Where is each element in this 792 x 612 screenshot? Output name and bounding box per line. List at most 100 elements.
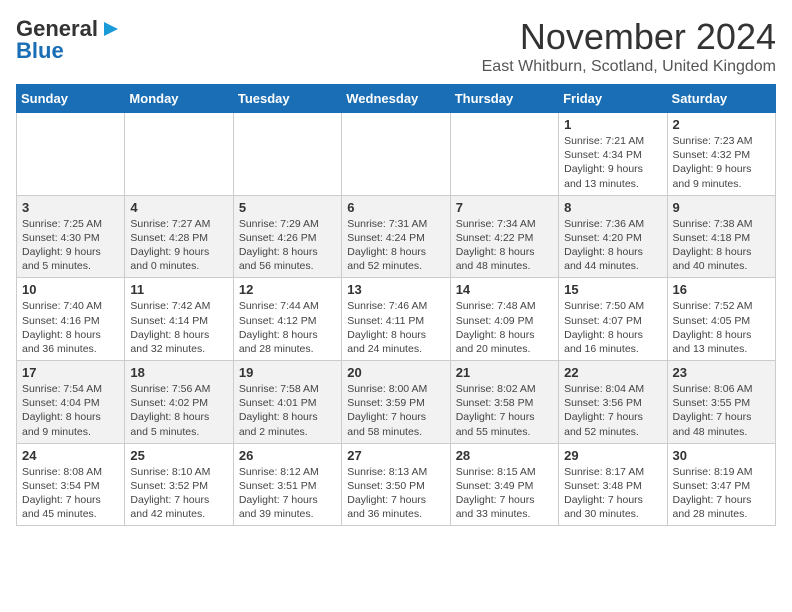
calendar-cell: 13 Sunrise: 7:46 AM Sunset: 4:11 PM Dayli… [342,278,450,361]
calendar-cell: 4 Sunrise: 7:27 AM Sunset: 4:28 PM Daylig… [125,195,233,278]
day-info: Sunrise: 7:40 AM Sunset: 4:16 PM Dayligh… [22,299,119,356]
weekday-header-wednesday: Wednesday [342,85,450,113]
day-number: 9 [673,200,770,215]
day-number: 27 [347,448,444,463]
day-info: Sunrise: 7:56 AM Sunset: 4:02 PM Dayligh… [130,382,227,439]
calendar-cell: 29 Sunrise: 8:17 AM Sunset: 3:48 PM Dayli… [559,443,667,526]
calendar-cell: 19 Sunrise: 7:58 AM Sunset: 4:01 PM Dayli… [233,361,341,444]
day-info: Sunrise: 7:46 AM Sunset: 4:11 PM Dayligh… [347,299,444,356]
day-info: Sunrise: 8:10 AM Sunset: 3:52 PM Dayligh… [130,465,227,522]
calendar-cell: 25 Sunrise: 8:10 AM Sunset: 3:52 PM Dayli… [125,443,233,526]
weekday-header-monday: Monday [125,85,233,113]
day-info: Sunrise: 7:25 AM Sunset: 4:30 PM Dayligh… [22,217,119,274]
logo-arrow-icon [100,18,122,40]
day-number: 21 [456,365,553,380]
day-info: Sunrise: 8:12 AM Sunset: 3:51 PM Dayligh… [239,465,336,522]
calendar-cell: 16 Sunrise: 7:52 AM Sunset: 4:05 PM Dayli… [667,278,775,361]
day-info: Sunrise: 8:17 AM Sunset: 3:48 PM Dayligh… [564,465,661,522]
day-info: Sunrise: 7:44 AM Sunset: 4:12 PM Dayligh… [239,299,336,356]
day-info: Sunrise: 7:21 AM Sunset: 4:34 PM Dayligh… [564,134,661,191]
calendar-cell: 28Sunrise: 8:15 AM Sunset: 3:49 PM Dayli… [450,443,558,526]
weekday-header-tuesday: Tuesday [233,85,341,113]
weekday-header-thursday: Thursday [450,85,558,113]
day-number: 16 [673,282,770,297]
weekday-header-saturday: Saturday [667,85,775,113]
day-number: 11 [130,282,227,297]
calendar-cell: 14 Sunrise: 7:48 AM Sunset: 4:09 PM Dayli… [450,278,558,361]
day-info: Sunrise: 8:02 AM Sunset: 3:58 PM Dayligh… [456,382,553,439]
day-info: Sunrise: 7:48 AM Sunset: 4:09 PM Dayligh… [456,299,553,356]
day-info: Sunrise: 7:36 AM Sunset: 4:20 PM Dayligh… [564,217,661,274]
day-number: 14 [456,282,553,297]
day-number: 2 [673,117,770,132]
calendar-cell: 7 Sunrise: 7:34 AM Sunset: 4:22 PM Daylig… [450,195,558,278]
day-info: Sunrise: 8:08 AM Sunset: 3:54 PM Dayligh… [22,465,119,522]
day-info: Sunrise: 8:06 AM Sunset: 3:55 PM Dayligh… [673,382,770,439]
day-number: 19 [239,365,336,380]
calendar-cell: 8 Sunrise: 7:36 AM Sunset: 4:20 PM Daylig… [559,195,667,278]
day-number: 22 [564,365,661,380]
weekday-header-sunday: Sunday [17,85,125,113]
header: General Blue November 2024 East Whitburn… [16,16,776,76]
day-info: Sunrise: 7:54 AM Sunset: 4:04 PM Dayligh… [22,382,119,439]
day-info: Sunrise: 8:04 AM Sunset: 3:56 PM Dayligh… [564,382,661,439]
calendar-cell: 30 Sunrise: 8:19 AM Sunset: 3:47 PM Dayli… [667,443,775,526]
day-info: Sunrise: 8:15 AM Sunset: 3:49 PM Dayligh… [456,465,553,522]
day-number: 30 [673,448,770,463]
day-info: Sunrise: 8:19 AM Sunset: 3:47 PM Dayligh… [673,465,770,522]
day-number: 1 [564,117,661,132]
calendar-cell [17,113,125,196]
day-number: 6 [347,200,444,215]
day-number: 23 [673,365,770,380]
day-info: Sunrise: 7:58 AM Sunset: 4:01 PM Dayligh… [239,382,336,439]
day-info: Sunrise: 7:34 AM Sunset: 4:22 PM Dayligh… [456,217,553,274]
calendar-cell: 24 Sunrise: 8:08 AM Sunset: 3:54 PM Dayli… [17,443,125,526]
day-number: 12 [239,282,336,297]
day-number: 29 [564,448,661,463]
title-block: November 2024 East Whitburn, Scotland, U… [482,16,776,76]
day-number: 13 [347,282,444,297]
calendar-cell [125,113,233,196]
calendar-cell: 1 Sunrise: 7:21 AM Sunset: 4:34 PM Daylig… [559,113,667,196]
logo-blue: Blue [16,38,64,64]
day-number: 4 [130,200,227,215]
calendar-cell: 20Sunrise: 8:00 AM Sunset: 3:59 PM Dayli… [342,361,450,444]
calendar-cell [233,113,341,196]
day-number: 25 [130,448,227,463]
day-info: Sunrise: 7:38 AM Sunset: 4:18 PM Dayligh… [673,217,770,274]
calendar-cell: 22 Sunrise: 8:04 AM Sunset: 3:56 PM Dayli… [559,361,667,444]
calendar-cell: 15 Sunrise: 7:50 AM Sunset: 4:07 PM Dayli… [559,278,667,361]
calendar-cell: 12 Sunrise: 7:44 AM Sunset: 4:12 PM Dayli… [233,278,341,361]
day-number: 3 [22,200,119,215]
calendar-cell: 26 Sunrise: 8:12 AM Sunset: 3:51 PM Dayli… [233,443,341,526]
day-info: Sunrise: 7:50 AM Sunset: 4:07 PM Dayligh… [564,299,661,356]
calendar-cell: 23 Sunrise: 8:06 AM Sunset: 3:55 PM Dayli… [667,361,775,444]
day-info: Sunrise: 7:27 AM Sunset: 4:28 PM Dayligh… [130,217,227,274]
day-number: 26 [239,448,336,463]
day-info: Sunrise: 7:29 AM Sunset: 4:26 PM Dayligh… [239,217,336,274]
calendar-cell: 17Sunrise: 7:54 AM Sunset: 4:04 PM Dayli… [17,361,125,444]
calendar-cell: 2 Sunrise: 7:23 AM Sunset: 4:32 PM Daylig… [667,113,775,196]
day-number: 7 [456,200,553,215]
calendar-cell [342,113,450,196]
day-info: Sunrise: 7:23 AM Sunset: 4:32 PM Dayligh… [673,134,770,191]
calendar-cell: 3 Sunrise: 7:25 AM Sunset: 4:30 PM Daylig… [17,195,125,278]
day-number: 15 [564,282,661,297]
day-number: 8 [564,200,661,215]
calendar-cell: 27 Sunrise: 8:13 AM Sunset: 3:50 PM Dayli… [342,443,450,526]
calendar-cell: 6 Sunrise: 7:31 AM Sunset: 4:24 PM Daylig… [342,195,450,278]
weekday-header-friday: Friday [559,85,667,113]
calendar-cell: 18Sunrise: 7:56 AM Sunset: 4:02 PM Dayli… [125,361,233,444]
day-info: Sunrise: 7:52 AM Sunset: 4:05 PM Dayligh… [673,299,770,356]
day-number: 10 [22,282,119,297]
month-title: November 2024 [482,16,776,58]
day-info: Sunrise: 7:42 AM Sunset: 4:14 PM Dayligh… [130,299,227,356]
calendar-cell: 21 Sunrise: 8:02 AM Sunset: 3:58 PM Dayli… [450,361,558,444]
day-number: 5 [239,200,336,215]
location: East Whitburn, Scotland, United Kingdom [482,58,776,76]
day-number: 20 [347,365,444,380]
day-number: 24 [22,448,119,463]
day-info: Sunrise: 8:13 AM Sunset: 3:50 PM Dayligh… [347,465,444,522]
day-info: Sunrise: 7:31 AM Sunset: 4:24 PM Dayligh… [347,217,444,274]
calendar-cell [450,113,558,196]
